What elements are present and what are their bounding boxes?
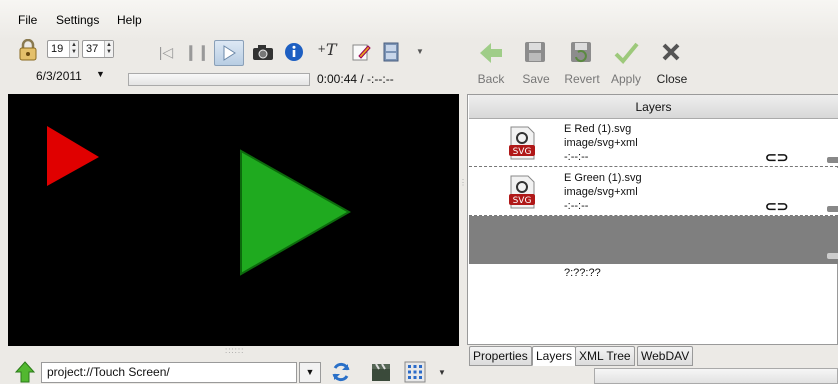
hour-value: 19 xyxy=(51,43,64,55)
layer-slider[interactable] xyxy=(827,157,838,163)
close-icon[interactable] xyxy=(660,41,684,65)
status-bar xyxy=(594,368,838,384)
tab-layers[interactable]: Layers xyxy=(532,346,577,366)
tab-properties[interactable]: Properties xyxy=(469,346,532,366)
loop-icon[interactable]: ⊂⊃ xyxy=(765,198,788,215)
play-button[interactable] xyxy=(214,40,244,66)
save-button[interactable]: Save xyxy=(518,72,554,86)
svg-file-icon: SVG xyxy=(506,125,538,161)
layers-header: Layers xyxy=(469,95,838,119)
svg-file-icon: SVG xyxy=(506,174,538,210)
red-triangle xyxy=(47,126,99,186)
edit-note-icon[interactable] xyxy=(350,41,372,63)
camera-icon[interactable] xyxy=(252,41,274,63)
playback-progress-bar[interactable] xyxy=(128,73,310,86)
back-button[interactable]: Back xyxy=(474,72,508,86)
minute-spinner-arrows[interactable]: ▲ ▼ xyxy=(104,41,113,57)
lock-icon[interactable] xyxy=(19,38,37,61)
checkmark-icon[interactable] xyxy=(613,40,639,66)
close-button[interactable]: Close xyxy=(653,72,691,86)
layer-slider[interactable] xyxy=(827,253,838,259)
layer-name: E Red (1).svg xyxy=(564,123,632,135)
layer-slider[interactable] xyxy=(827,206,838,212)
path-input[interactable]: project://Touch Screen/ xyxy=(41,362,297,383)
layer-row[interactable]: SVG E Red (1).svg image/svg+xml -:--:-- … xyxy=(469,119,838,167)
date-selector[interactable]: 6/3/2011 xyxy=(36,69,82,83)
layer-duration: -:--:-- xyxy=(564,151,589,163)
apply-button[interactable]: Apply xyxy=(608,72,644,86)
layer-type: image/svg+xml xyxy=(564,137,638,149)
grid-view-icon[interactable] xyxy=(404,361,426,383)
layer-row[interactable]: SVG E Green (1).svg image/svg+xml -:--:-… xyxy=(469,168,838,216)
tab-webdav[interactable]: WebDAV xyxy=(637,346,694,366)
hour-spinner-arrows[interactable]: ▲ ▼ xyxy=(69,41,78,57)
layer-name: E Green (1).svg xyxy=(564,172,642,184)
pause-icon[interactable]: ❙❙ xyxy=(184,41,209,63)
back-arrow-icon[interactable] xyxy=(478,40,504,66)
menu-settings[interactable]: Settings xyxy=(56,13,99,27)
svg-text:SVG: SVG xyxy=(513,147,532,157)
info-icon[interactable] xyxy=(283,41,305,63)
time-display: 0:00:44 / -:--:-- xyxy=(317,72,394,86)
splitter-handle[interactable]: ⋮ xyxy=(459,179,467,220)
hour-spinner[interactable]: 19 ▲ ▼ xyxy=(47,40,79,58)
green-triangle xyxy=(240,149,352,276)
up-arrow-icon[interactable] xyxy=(14,361,37,383)
menu-file[interactable]: File xyxy=(18,13,37,27)
svg-text:SVG: SVG xyxy=(513,196,532,206)
minute-spinner[interactable]: 37 ▲ ▼ xyxy=(82,40,114,58)
revert-button[interactable]: Revert xyxy=(561,72,603,86)
selected-layer-row[interactable] xyxy=(469,216,838,264)
chevron-down-icon[interactable]: ▼ xyxy=(416,47,424,56)
clapperboard-icon[interactable] xyxy=(370,361,392,383)
menu-help[interactable]: Help xyxy=(117,13,142,27)
add-text-icon[interactable]: + T xyxy=(316,38,338,60)
resize-handle[interactable]: :::::: xyxy=(225,346,244,355)
save-disk-icon[interactable] xyxy=(523,40,549,66)
loop-icon[interactable]: ⊂⊃ xyxy=(765,149,788,166)
refresh-icon[interactable] xyxy=(330,361,352,383)
chevron-down-icon[interactable]: ▼ xyxy=(438,368,446,377)
path-dropdown-button[interactable]: ▼ xyxy=(299,362,321,383)
preview-canvas[interactable] xyxy=(8,94,459,346)
layer-duration: -:--:-- xyxy=(564,200,589,212)
skip-start-icon[interactable]: |◁ xyxy=(155,41,177,63)
revert-icon[interactable] xyxy=(569,40,595,66)
total-duration: ?:??:?? xyxy=(564,267,601,279)
layer-type: image/svg+xml xyxy=(564,186,638,198)
play-icon xyxy=(223,45,236,61)
chevron-down-icon[interactable]: ▼ xyxy=(96,69,105,79)
minute-value: 37 xyxy=(86,43,99,55)
film-strip-icon[interactable] xyxy=(380,41,402,63)
tab-xml-tree[interactable]: XML Tree xyxy=(575,346,635,366)
